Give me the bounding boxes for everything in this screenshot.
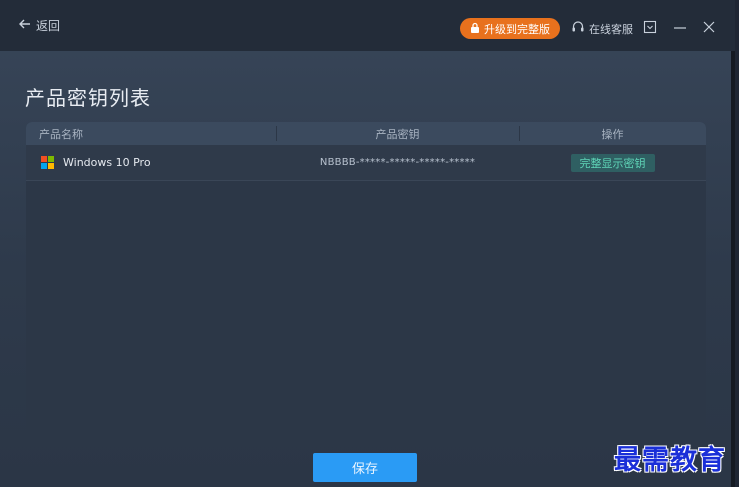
back-button[interactable]: 返回: [18, 17, 60, 34]
product-name-cell: Windows 10 Pro: [26, 145, 276, 180]
lock-icon: [470, 22, 480, 36]
watermark: 最需教育: [614, 445, 726, 476]
title-bar: 返回 升级到完整版 在线客服: [0, 0, 735, 51]
dropdown-menu-button[interactable]: [643, 20, 657, 34]
menu-box-icon: [643, 20, 657, 34]
minimize-icon: [673, 20, 687, 34]
product-key-cell: NBBBB-*****-*****-*****-*****: [319, 157, 476, 168]
column-header-product-key: 产品密钥: [276, 122, 519, 145]
online-support-button[interactable]: 在线客服: [571, 20, 633, 37]
support-label: 在线客服: [589, 22, 633, 36]
column-header-product-name: 产品名称: [39, 127, 83, 141]
action-cell: 完整显示密钥: [519, 145, 706, 180]
show-full-key-button[interactable]: 完整显示密钥: [570, 153, 655, 172]
close-icon: [702, 20, 716, 34]
product-name: Windows 10 Pro: [63, 156, 151, 169]
back-label: 返回: [36, 19, 61, 33]
upgrade-label: 升级到完整版: [484, 22, 550, 36]
headset-icon: [571, 20, 585, 37]
windows-logo-icon: [41, 155, 55, 170]
close-button[interactable]: [702, 20, 716, 34]
column-header-action: 操作: [519, 122, 706, 145]
upgrade-button[interactable]: 升级到完整版: [460, 18, 560, 39]
app-window: 返回 升级到完整版 在线客服 产品密钥列表 产品名称 产品密钥 操作 Windo…: [0, 0, 735, 487]
table-header: 产品名称 产品密钥 操作: [26, 122, 706, 145]
minimize-button[interactable]: [673, 20, 687, 34]
product-key-table: 产品名称 产品密钥 操作 Windows 10 Pro NBBBB-*****-…: [26, 122, 706, 442]
save-button[interactable]: 保存: [313, 453, 417, 482]
page-title: 产品密钥列表: [25, 86, 151, 110]
arrow-left-icon: [18, 17, 32, 34]
table-row: Windows 10 Pro NBBBB-*****-*****-*****-*…: [26, 145, 706, 181]
